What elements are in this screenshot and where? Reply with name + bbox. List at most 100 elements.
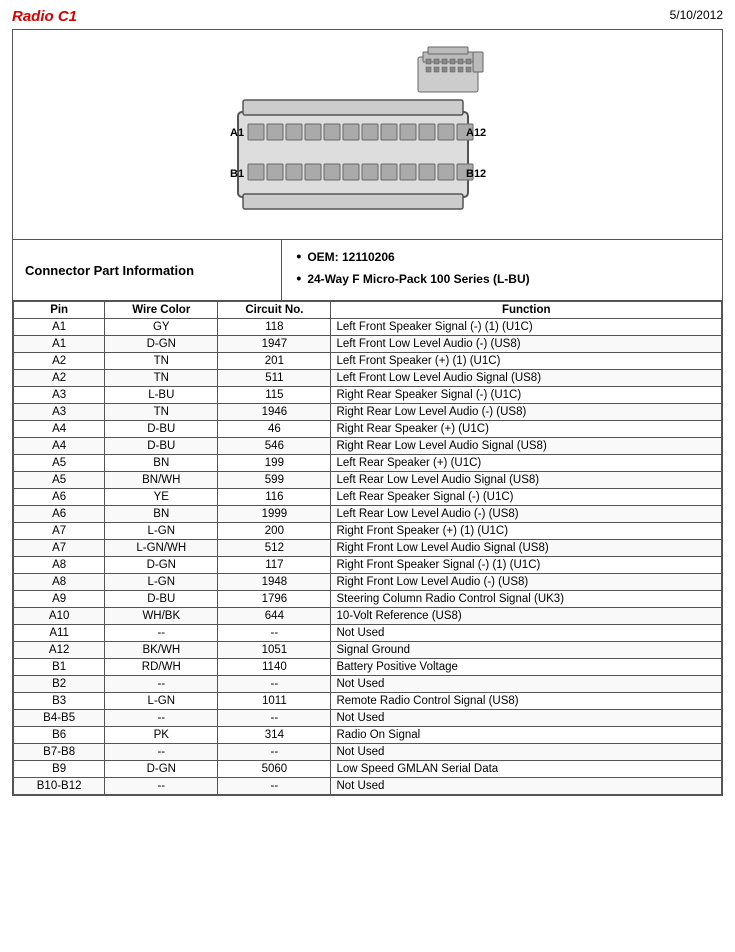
cell-12-1: L-GN	[105, 523, 218, 540]
cell-21-1: --	[105, 676, 218, 693]
cell-0-0: A1	[14, 319, 105, 336]
cell-21-3: Not Used	[331, 676, 722, 693]
cell-16-1: D-BU	[105, 591, 218, 608]
cell-26-0: B9	[14, 761, 105, 778]
connector-part-info-label: Connector Part Information	[13, 240, 282, 300]
cell-7-3: Right Rear Low Level Audio Signal (US8)	[331, 438, 722, 455]
cell-18-3: Not Used	[331, 625, 722, 642]
cell-18-0: A11	[14, 625, 105, 642]
cell-0-1: GY	[105, 319, 218, 336]
cell-13-0: A7	[14, 540, 105, 557]
cell-23-3: Not Used	[331, 710, 722, 727]
cell-19-1: BK/WH	[105, 642, 218, 659]
cell-0-3: Left Front Speaker Signal (-) (1) (U1C)	[331, 319, 722, 336]
table-row: A7L-GN200Right Front Speaker (+) (1) (U1…	[14, 523, 722, 540]
cell-6-2: 46	[218, 421, 331, 438]
cell-24-3: Radio On Signal	[331, 727, 722, 744]
cell-26-1: D-GN	[105, 761, 218, 778]
cell-16-3: Steering Column Radio Control Signal (UK…	[331, 591, 722, 608]
cell-14-1: D-GN	[105, 557, 218, 574]
cell-11-3: Left Rear Low Level Audio (-) (US8)	[331, 506, 722, 523]
cell-3-1: TN	[105, 370, 218, 387]
col-circuit-no: Circuit No.	[218, 302, 331, 319]
cell-26-2: 5060	[218, 761, 331, 778]
cell-11-1: BN	[105, 506, 218, 523]
cell-1-3: Left Front Low Level Audio (-) (US8)	[331, 336, 722, 353]
cell-6-3: Right Rear Speaker (+) (U1C)	[331, 421, 722, 438]
cell-24-2: 314	[218, 727, 331, 744]
cell-27-3: Not Used	[331, 778, 722, 795]
svg-text:B12: B12	[466, 168, 486, 180]
cell-8-2: 199	[218, 455, 331, 472]
cell-2-1: TN	[105, 353, 218, 370]
table-row: A4D-BU546Right Rear Low Level Audio Sign…	[14, 438, 722, 455]
col-pin: Pin	[14, 302, 105, 319]
table-row: A2TN511Left Front Low Level Audio Signal…	[14, 370, 722, 387]
info-section: Connector Part Information OEM: 12110206…	[13, 240, 722, 301]
cell-4-1: L-BU	[105, 387, 218, 404]
table-row: A9D-BU1796Steering Column Radio Control …	[14, 591, 722, 608]
cell-18-2: --	[218, 625, 331, 642]
cell-12-2: 200	[218, 523, 331, 540]
page-title: Radio C1	[12, 8, 77, 25]
cell-7-0: A4	[14, 438, 105, 455]
cell-27-0: B10-B12	[14, 778, 105, 795]
cell-8-1: BN	[105, 455, 218, 472]
cell-14-3: Right Front Speaker Signal (-) (1) (U1C)	[331, 557, 722, 574]
cell-1-0: A1	[14, 336, 105, 353]
cell-5-3: Right Rear Low Level Audio (-) (US8)	[331, 404, 722, 421]
cell-22-2: 1011	[218, 693, 331, 710]
cell-10-0: A6	[14, 489, 105, 506]
cell-24-0: B6	[14, 727, 105, 744]
table-row: A6YE116Left Rear Speaker Signal (-) (U1C…	[14, 489, 722, 506]
table-row: A12BK/WH1051Signal Ground	[14, 642, 722, 659]
cell-7-1: D-BU	[105, 438, 218, 455]
cell-16-2: 1796	[218, 591, 331, 608]
cell-6-1: D-BU	[105, 421, 218, 438]
cell-15-2: 1948	[218, 574, 331, 591]
cell-12-3: Right Front Speaker (+) (1) (U1C)	[331, 523, 722, 540]
table-row: A5BN199Left Rear Speaker (+) (U1C)	[14, 455, 722, 472]
cell-13-1: L-GN/WH	[105, 540, 218, 557]
cell-13-3: Right Front Low Level Audio Signal (US8)	[331, 540, 722, 557]
cell-20-2: 1140	[218, 659, 331, 676]
cell-25-0: B7-B8	[14, 744, 105, 761]
cell-25-1: --	[105, 744, 218, 761]
table-row: A3TN1946Right Rear Low Level Audio (-) (…	[14, 404, 722, 421]
cell-9-2: 599	[218, 472, 331, 489]
cell-27-1: --	[105, 778, 218, 795]
cell-13-2: 512	[218, 540, 331, 557]
svg-text:A1: A1	[230, 127, 244, 139]
cell-22-1: L-GN	[105, 693, 218, 710]
cell-9-0: A5	[14, 472, 105, 489]
cell-3-2: 511	[218, 370, 331, 387]
cell-6-0: A4	[14, 421, 105, 438]
cell-27-2: --	[218, 778, 331, 795]
svg-text:A12: A12	[466, 127, 486, 139]
cell-26-3: Low Speed GMLAN Serial Data	[331, 761, 722, 778]
cell-17-1: WH/BK	[105, 608, 218, 625]
table-row: A8L-GN1948Right Front Low Level Audio (-…	[14, 574, 722, 591]
cell-12-0: A7	[14, 523, 105, 540]
table-row: A8D-GN117Right Front Speaker Signal (-) …	[14, 557, 722, 574]
page-date: 5/10/2012	[670, 8, 723, 22]
cell-14-0: A8	[14, 557, 105, 574]
cell-20-0: B1	[14, 659, 105, 676]
table-header-row: Pin Wire Color Circuit No. Function	[14, 302, 722, 319]
oem-number: OEM: 12110206	[296, 248, 708, 264]
connector-svg: A1 A12 B1 B12	[178, 42, 558, 227]
cell-17-0: A10	[14, 608, 105, 625]
cell-19-3: Signal Ground	[331, 642, 722, 659]
cell-18-1: --	[105, 625, 218, 642]
cell-0-2: 118	[218, 319, 331, 336]
table-row: A7L-GN/WH512Right Front Low Level Audio …	[14, 540, 722, 557]
cell-1-2: 1947	[218, 336, 331, 353]
cell-8-3: Left Rear Speaker (+) (U1C)	[331, 455, 722, 472]
table-row: A1D-GN1947Left Front Low Level Audio (-)…	[14, 336, 722, 353]
cell-9-1: BN/WH	[105, 472, 218, 489]
table-row: A11----Not Used	[14, 625, 722, 642]
cell-21-2: --	[218, 676, 331, 693]
cell-17-2: 644	[218, 608, 331, 625]
table-row: B3L-GN1011Remote Radio Control Signal (U…	[14, 693, 722, 710]
cell-17-3: 10-Volt Reference (US8)	[331, 608, 722, 625]
